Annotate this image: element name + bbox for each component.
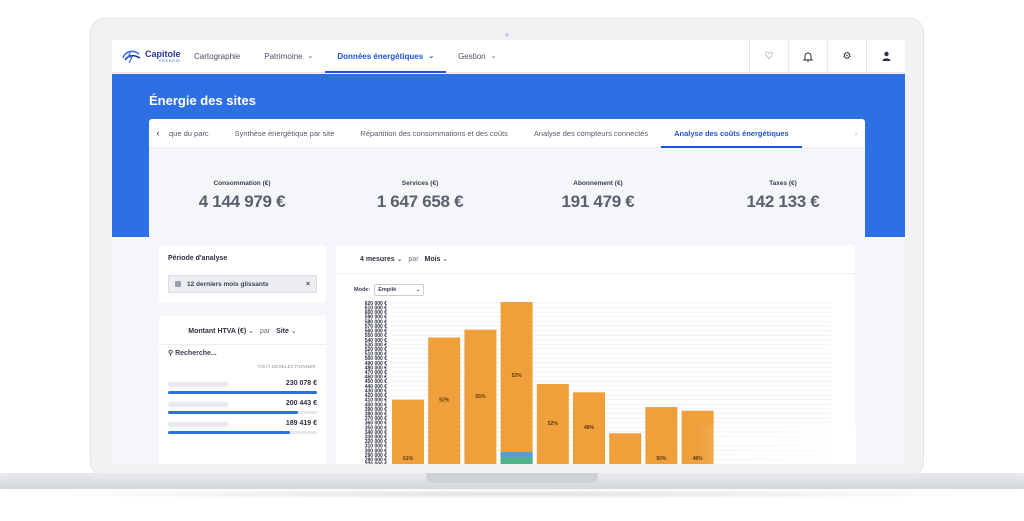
capitole-logo-icon: [122, 50, 141, 64]
close-icon[interactable]: ×: [306, 281, 310, 288]
period-panel: Période d'analyse 12 derniers mois gliss…: [159, 245, 326, 303]
nav-item-label: Données énergétiques: [337, 51, 424, 61]
chevron-down-icon: ⌄: [428, 53, 435, 60]
account-button[interactable]: [866, 40, 905, 72]
tab-4[interactable]: Analyse des coûts énergétiques: [661, 119, 802, 148]
calendar-icon: [175, 281, 181, 287]
site-name-redacted: [168, 422, 228, 427]
site-amount-bar: [168, 411, 298, 414]
nav-item-2[interactable]: Données énergétiques ⌄: [325, 40, 446, 73]
heart-icon: ♡: [764, 50, 774, 62]
laptop-shadow: [20, 489, 1004, 499]
group-selector[interactable]: Site: [276, 328, 289, 335]
site-name-redacted: [168, 382, 228, 387]
site-amount: 200 443 €: [285, 400, 317, 407]
site-amount-bar: [168, 431, 291, 434]
bar-data-label: 52%: [439, 398, 450, 404]
nav-item-1[interactable]: Patrimoine ⌄: [252, 40, 325, 72]
chevron-down-icon[interactable]: ⌄: [289, 328, 297, 335]
kpi-label: Consommation (€): [213, 180, 271, 187]
divider: [159, 344, 326, 345]
par-label: par: [259, 328, 271, 335]
kpi-card: Abonnement (€) 191 479 €: [528, 180, 668, 212]
bell-icon: [803, 52, 813, 62]
site-amount: 189 419 €: [285, 420, 317, 427]
site-amount: 230 078 €: [285, 380, 317, 387]
site-filter-header: Montant HTVA (€) ⌄ par Site ⌄: [159, 327, 326, 335]
measure-selector[interactable]: Montant HTVA (€): [188, 328, 246, 335]
kpi-value: 191 479 €: [561, 192, 635, 211]
chart-bar: [500, 302, 533, 464]
chart-fade-overlay: [696, 425, 856, 464]
period-title: Période d'analyse: [168, 255, 228, 262]
search-input[interactable]: ⚲ Recherche...: [168, 349, 217, 357]
chart-bar: [609, 433, 642, 464]
tabs-scroll-left-icon[interactable]: ‹: [149, 119, 167, 147]
top-navigation: Capitole ENERGIE Cartographie Patrimoine ⌄…: [112, 40, 905, 73]
site-amount-bar-track: [168, 391, 317, 394]
bar-data-label: 61%: [403, 456, 414, 462]
app-screen: Capitole ENERGIE Cartographie Patrimoine ⌄…: [112, 40, 905, 464]
tab-2[interactable]: Répartition des consommations et des coû…: [347, 119, 521, 147]
kpi-value: 142 133 €: [746, 192, 820, 211]
settings-button[interactable]: ⚙: [827, 40, 866, 72]
kpi-label: Taxes (€): [769, 180, 797, 187]
nav-item-0[interactable]: Cartographie: [182, 40, 252, 72]
tab-1[interactable]: Synthèse énergétique par site: [222, 119, 348, 147]
nav-item-label: Gestion: [458, 51, 486, 61]
kpi-value: 1 647 658 €: [376, 192, 464, 211]
chart-panel: 4 mesures ⌄ par Mois ⌄ Mode: Empilé ⌄ 62…: [336, 245, 856, 464]
logo[interactable]: Capitole ENERGIE: [112, 40, 182, 72]
kpi-card: Consommation (€) 4 144 979 €: [172, 180, 312, 212]
analysis-tabs: ‹ que du parc Synthèse énergétique par si…: [149, 119, 865, 148]
y-tick-label: 270 000 €: [365, 462, 387, 464]
list-item[interactable]: 230 078 €: [168, 380, 317, 400]
chart-bar-segment: [500, 452, 533, 458]
chart-bar: [392, 399, 424, 464]
kpi-summary: Consommation (€) 4 144 979 € Services (€) 1…: [149, 148, 865, 267]
site-amount-bar-track: [168, 431, 317, 434]
nav-item-3[interactable]: Gestion ⌄: [446, 40, 508, 72]
laptop-notch: [426, 473, 598, 483]
bar-data-label: 52%: [512, 373, 523, 379]
nav-item-label: Patrimoine: [264, 51, 303, 61]
tabs-scroll-right-icon[interactable]: ›: [847, 119, 865, 147]
bar-data-label: 48%: [584, 425, 595, 431]
webcam: [505, 33, 509, 37]
kpi-card: Services (€) 1 647 658 €: [350, 180, 490, 212]
favorites-button[interactable]: ♡: [749, 40, 788, 72]
chart-bar-segment: [500, 457, 533, 464]
user-icon: [882, 51, 890, 61]
period-chip[interactable]: 12 derniers mois glissants ×: [168, 275, 317, 293]
bar-data-label: 50%: [656, 456, 667, 462]
kpi-value: 4 144 979 €: [198, 192, 286, 211]
notifications-button[interactable]: [788, 40, 827, 72]
list-item[interactable]: 189 419 €: [168, 420, 317, 440]
tab-0[interactable]: que du parc: [167, 119, 222, 147]
kpi-label: Services (€): [401, 180, 439, 187]
page-title: Énergie des sites: [149, 93, 256, 108]
gear-icon: ⚙: [842, 50, 852, 62]
tab-3[interactable]: Analyse des compteurs connectés: [521, 119, 661, 147]
bar-data-label: 52%: [548, 421, 559, 427]
chevron-down-icon: ⌄: [490, 53, 497, 60]
site-filter-panel: Montant HTVA (€) ⌄ par Site ⌄ ⚲ Recherch…: [159, 316, 326, 464]
period-chip-label: 12 derniers mois glissants: [187, 280, 269, 288]
site-name-redacted: [168, 402, 228, 407]
nav-item-label: Cartographie: [194, 51, 241, 61]
list-item[interactable]: 200 443 €: [168, 400, 317, 420]
site-amount-bar: [168, 391, 317, 394]
chevron-down-icon: ⌄: [307, 53, 314, 60]
chevron-down-icon[interactable]: ⌄: [246, 328, 254, 335]
kpi-card: Taxes (€) 142 133 €: [713, 180, 853, 212]
deselect-all-link[interactable]: TOUT DÉSÉLECTIONNER: [258, 364, 316, 369]
bar-data-label: 55%: [475, 394, 486, 400]
kpi-label: Abonnement (€): [573, 180, 623, 187]
logo-subtitle: ENERGIE: [159, 57, 181, 63]
site-amount-bar-track: [168, 411, 317, 414]
search-placeholder: Recherche...: [175, 350, 217, 357]
